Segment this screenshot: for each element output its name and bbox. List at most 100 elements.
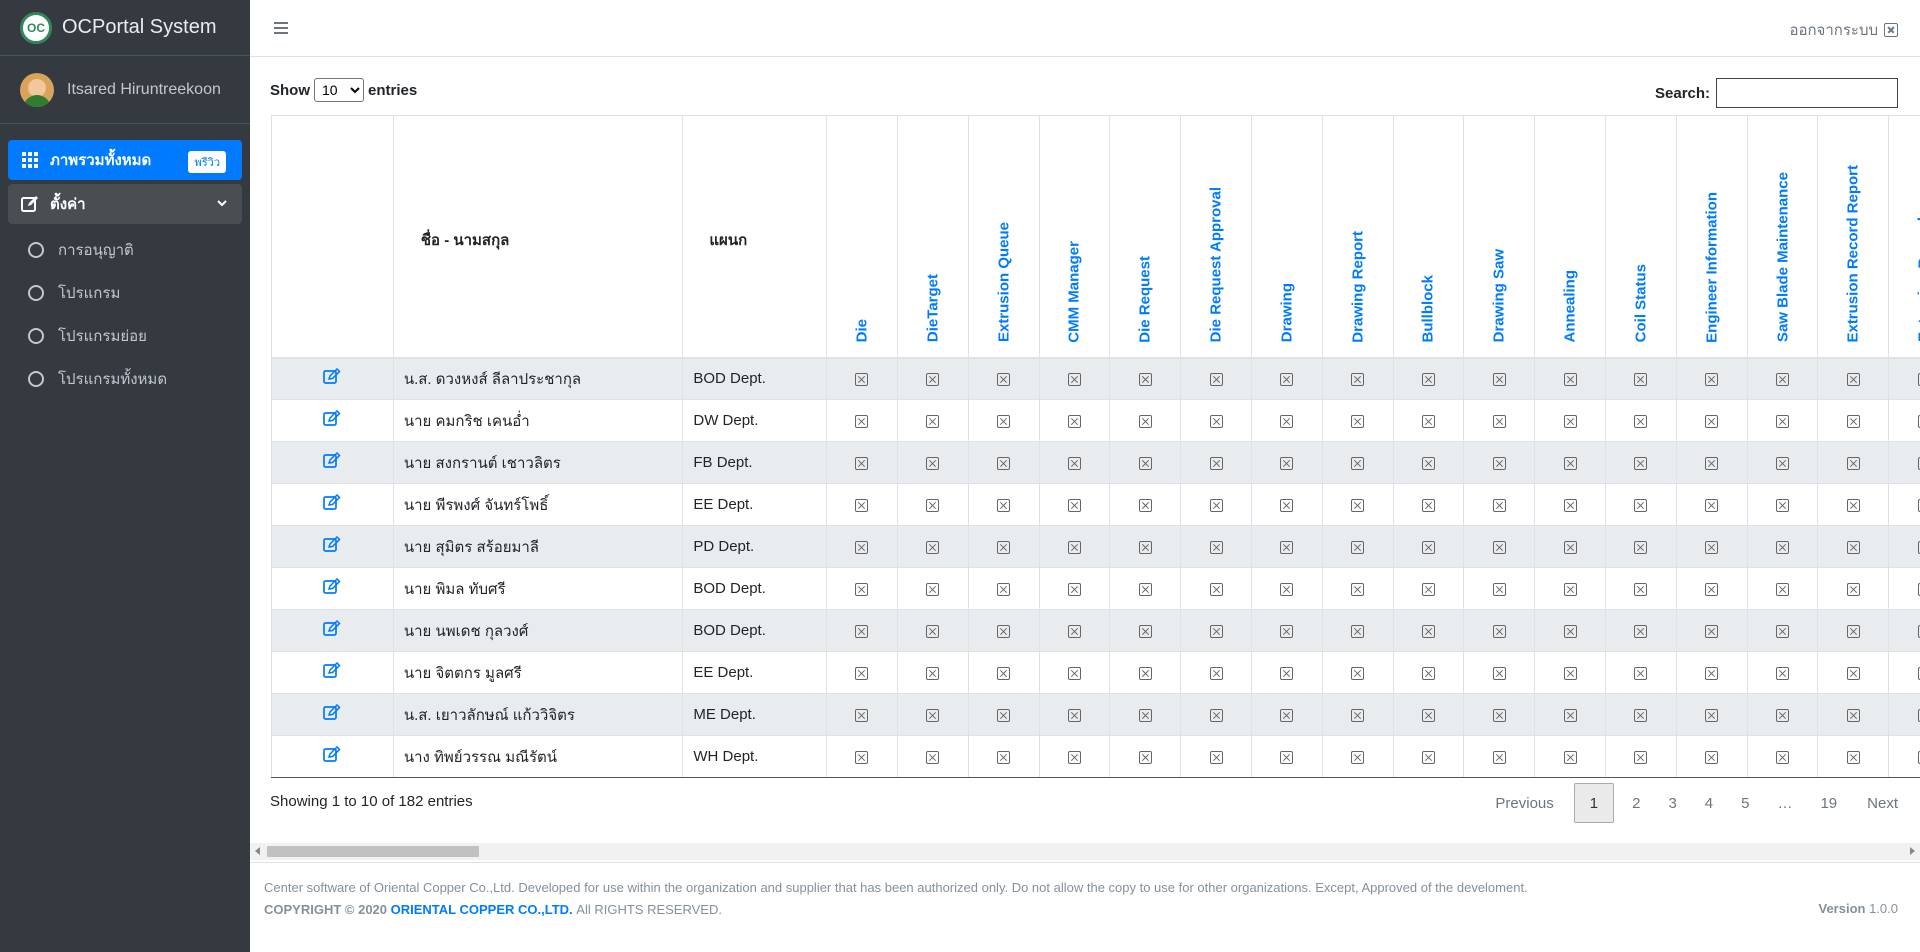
permission-checkbox[interactable] [1634,624,1648,638]
edit-icon[interactable] [323,493,341,515]
pagination-previous[interactable]: Previous [1479,783,1569,823]
sidebar-subitem-all-programs[interactable]: โปรแกรมทั้งหมด [8,357,242,400]
permission-checkbox[interactable] [1634,498,1648,512]
permission-checkbox[interactable] [855,456,869,470]
permission-checkbox[interactable] [1351,666,1365,680]
permission-checkbox[interactable] [1421,624,1435,638]
permission-checkbox[interactable] [1634,414,1648,428]
header-permission[interactable]: Drawing Report [1322,115,1394,359]
permission-checkbox[interactable] [855,624,869,638]
permission-checkbox[interactable] [1634,750,1648,764]
permission-checkbox[interactable] [926,750,940,764]
permission-checkbox[interactable] [1705,498,1719,512]
menu-toggle-icon[interactable] [274,22,288,34]
permission-checkbox[interactable] [855,666,869,680]
permission-checkbox[interactable] [855,372,869,386]
permission-checkbox[interactable] [1351,414,1365,428]
permission-checkbox[interactable] [1563,540,1577,554]
permission-checkbox[interactable] [1351,582,1365,596]
permission-checkbox[interactable] [1776,498,1790,512]
sidebar-subitem-subprogram[interactable]: โปรแกรมย่อย [8,314,242,357]
permission-checkbox[interactable] [1705,456,1719,470]
pagination-ellipsis[interactable]: … [1763,783,1806,823]
edit-icon[interactable] [323,745,341,767]
permission-checkbox[interactable] [1492,540,1506,554]
permission-checkbox[interactable] [1421,750,1435,764]
header-permission[interactable]: Die Request [1109,115,1182,359]
permission-checkbox[interactable] [1280,540,1294,554]
permission-checkbox[interactable] [1351,372,1365,386]
header-dept[interactable]: แผนก [682,115,828,359]
permission-checkbox[interactable] [1563,624,1577,638]
permission-checkbox[interactable] [855,414,869,428]
pagination-page[interactable]: 5 [1727,783,1763,823]
pagination-page[interactable]: 1 [1573,783,1615,823]
permission-checkbox[interactable] [1067,498,1081,512]
permission-checkbox[interactable] [855,708,869,722]
permission-checkbox[interactable] [1846,498,1860,512]
edit-icon[interactable] [323,368,341,389]
permission-checkbox[interactable] [1421,414,1435,428]
permission-checkbox[interactable] [1067,750,1081,764]
permission-checkbox[interactable] [1563,414,1577,428]
edit-icon[interactable] [323,409,341,431]
permission-checkbox[interactable] [926,456,940,470]
permission-checkbox[interactable] [1563,456,1577,470]
permission-checkbox[interactable] [1846,750,1860,764]
permission-checkbox[interactable] [1280,582,1294,596]
header-permission[interactable]: Annealing [1534,115,1607,359]
permission-checkbox[interactable] [1846,708,1860,722]
edit-icon[interactable] [323,661,341,683]
permission-checkbox[interactable] [1280,372,1294,386]
scrollbar-thumb[interactable] [267,846,479,857]
permission-checkbox[interactable] [1067,372,1081,386]
permission-checkbox[interactable] [1563,708,1577,722]
company-link[interactable]: ORIENTAL COPPER CO.,LTD. [391,902,573,917]
permission-checkbox[interactable] [1563,750,1577,764]
permission-checkbox[interactable] [1138,540,1152,554]
permission-checkbox[interactable] [1634,456,1648,470]
permission-checkbox[interactable] [1280,456,1294,470]
page-size-select[interactable]: 102550100 [314,78,364,102]
permission-checkbox[interactable] [1209,372,1223,386]
permission-checkbox[interactable] [1351,624,1365,638]
header-name[interactable]: ชื่อ - นามสกุล [393,115,684,359]
permission-checkbox[interactable] [1846,414,1860,428]
permission-checkbox[interactable] [1209,456,1223,470]
permission-checkbox[interactable] [1209,414,1223,428]
permission-checkbox[interactable] [1209,666,1223,680]
permission-checkbox[interactable] [1280,708,1294,722]
permission-checkbox[interactable] [997,372,1011,386]
permission-checkbox[interactable] [1067,414,1081,428]
search-input[interactable] [1716,78,1899,108]
permission-checkbox[interactable] [1138,414,1152,428]
permission-checkbox[interactable] [926,372,940,386]
edit-icon[interactable] [323,535,341,557]
permission-checkbox[interactable] [1634,582,1648,596]
permission-checkbox[interactable] [1280,750,1294,764]
permission-checkbox[interactable] [1138,750,1152,764]
permission-checkbox[interactable] [1492,750,1506,764]
permission-checkbox[interactable] [1421,708,1435,722]
sidebar-item-settings[interactable]: ตั้งค่า [8,184,242,224]
permission-checkbox[interactable] [926,624,940,638]
pagination-page[interactable]: 3 [1654,783,1690,823]
header-permission[interactable]: Extrusion Record [1888,115,1920,359]
permission-checkbox[interactable] [1138,372,1152,386]
permission-checkbox[interactable] [1209,582,1223,596]
permission-checkbox[interactable] [1067,540,1081,554]
edit-icon[interactable] [323,619,341,641]
permission-checkbox[interactable] [1705,540,1719,554]
user-panel[interactable]: Itsared Hiruntreekoon [0,56,250,124]
permission-checkbox[interactable] [1705,372,1719,386]
permission-checkbox[interactable] [1492,708,1506,722]
permission-checkbox[interactable] [1280,498,1294,512]
permission-checkbox[interactable] [1705,666,1719,680]
permission-checkbox[interactable] [1351,750,1365,764]
sidebar-item-dashboard[interactable]: ภาพรวมทั้งหมด พรีวิว [8,140,242,180]
permission-checkbox[interactable] [926,498,940,512]
permission-checkbox[interactable] [1138,582,1152,596]
permission-checkbox[interactable] [1776,708,1790,722]
pagination-page[interactable]: 19 [1806,783,1851,823]
header-permission[interactable]: Drawing [1251,115,1323,359]
